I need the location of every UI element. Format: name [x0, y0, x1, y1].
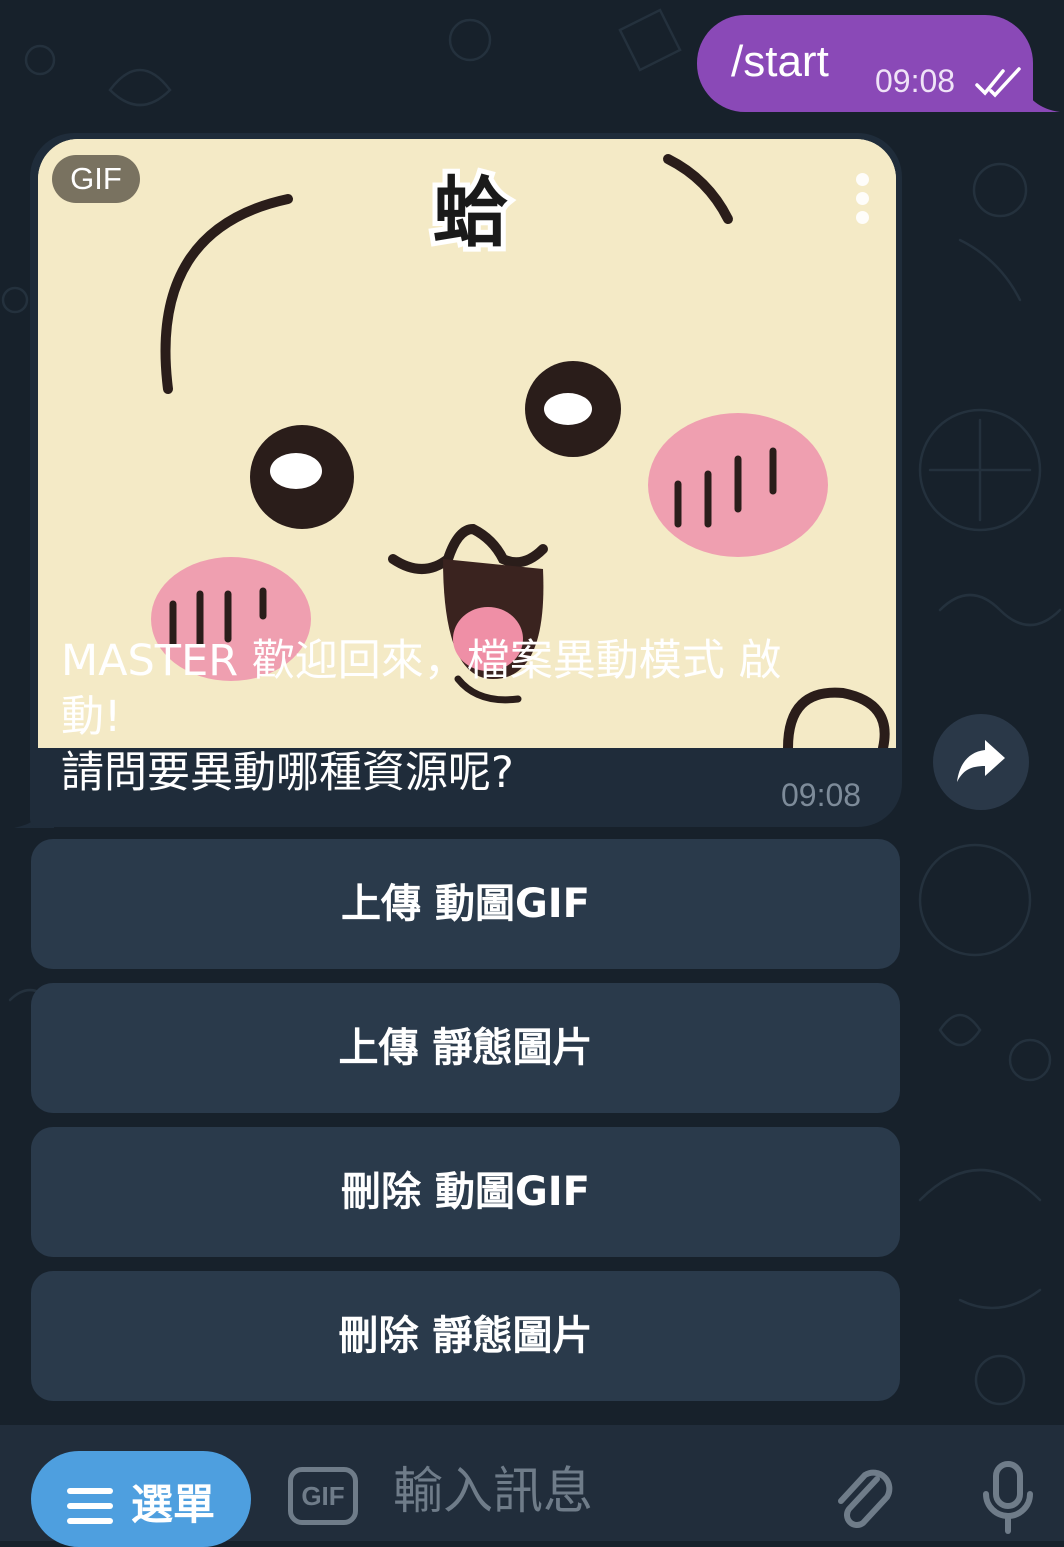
gif-badge: GIF [52, 155, 140, 203]
incoming-message-bubble[interactable]: 蛤 GIF MASTER 歡迎回來，檔案異動模式 啟 動! 請問要異動哪種資源呢… [30, 133, 902, 827]
caption-line: MASTER 歡迎回來，檔案異動模式 啟 [61, 636, 782, 686]
double-check-icon [975, 67, 1021, 98]
paperclip-icon[interactable] [833, 1465, 897, 1533]
message-caption: MASTER 歡迎回來，檔案異動模式 啟 動! 請問要異動哪種資源呢? [61, 633, 871, 801]
keyboard-button-upload-gif[interactable]: 上傳 動圖GIF [31, 839, 900, 969]
keyboard-button-delete-gif[interactable]: 刪除 動圖GIF [31, 1127, 900, 1257]
microphone-icon[interactable] [981, 1461, 1035, 1535]
incoming-message-time: 09:08 [781, 777, 862, 813]
gif-icon[interactable]: GIF [288, 1467, 358, 1525]
menu-icon [67, 1488, 113, 1533]
media-menu-icon[interactable] [856, 173, 869, 230]
outgoing-message-text: /start [731, 37, 829, 86]
share-button[interactable] [933, 714, 1029, 810]
keyboard-button-delete-image[interactable]: 刪除 靜態圖片 [31, 1271, 900, 1401]
outgoing-message-bubble[interactable]: /start 09:08 [697, 15, 1033, 112]
message-composer: 選單 GIF [0, 1425, 1064, 1547]
sticker-text: 蛤 [433, 168, 509, 257]
share-arrow-icon [957, 740, 1005, 782]
caption-line: 請問要異動哪種資源呢? [61, 748, 514, 798]
outgoing-message-time: 09:08 [875, 63, 956, 99]
caption-line: 動! [61, 692, 122, 742]
message-input[interactable] [393, 1461, 793, 1521]
bot-menu-button[interactable]: 選單 [31, 1451, 251, 1547]
outgoing-bubble-tail [1020, 80, 1060, 112]
bot-menu-label: 選單 [131, 1480, 216, 1529]
keyboard-button-upload-image[interactable]: 上傳 靜態圖片 [31, 983, 900, 1113]
